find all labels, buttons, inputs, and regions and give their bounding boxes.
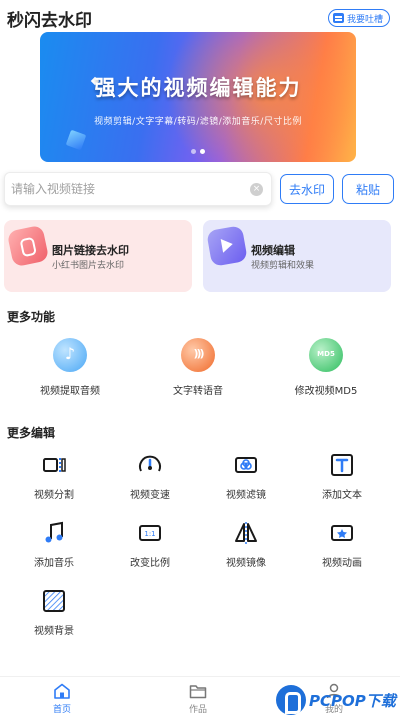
video-link-input[interactable] [11, 173, 247, 205]
video-mirror-tool[interactable]: 视频镜像 [203, 520, 289, 569]
feature-label: 视频提取音频 [40, 386, 100, 397]
banner-subtitle: 视频剪辑/文字字幕/转码/滤镜/添加音乐/尺寸比例 [94, 117, 302, 127]
nav-works[interactable]: 作品 [168, 683, 228, 715]
text-to-speech-feature[interactable]: 文字转语音 [143, 338, 253, 397]
nav-label: 作品 [188, 705, 207, 715]
extract-audio-feature[interactable]: 视频提取音频 [15, 338, 125, 397]
tool-label: 视频背景 [34, 626, 74, 637]
folder-icon [189, 683, 207, 699]
app-title: 秒闪去水印 [7, 11, 92, 31]
sound-wave-icon [181, 338, 215, 372]
pcpop-logo-icon [276, 685, 306, 715]
video-animation-tool[interactable]: 视频动画 [299, 520, 385, 569]
video-speed-tool[interactable]: 视频变速 [107, 452, 193, 501]
music-icon [41, 520, 67, 546]
pagination-dot-active[interactable] [200, 149, 205, 154]
tool-label: 改变比例 [130, 558, 170, 569]
clear-icon[interactable]: × [250, 183, 263, 196]
add-music-tool[interactable]: 添加音乐 [11, 520, 97, 569]
ratio-icon: 1:1 [137, 520, 163, 546]
watermark-text: PCPOP下载 [309, 691, 396, 710]
more-features-title: 更多功能 [7, 310, 56, 324]
video-play-icon [206, 225, 248, 267]
app-header: 秒闪去水印 我要吐槽 [0, 0, 400, 34]
card-subtitle: 小红书图片去水印 [52, 261, 125, 271]
nav-home[interactable]: 首页 [32, 683, 92, 715]
remove-watermark-button[interactable]: 去水印 [280, 174, 334, 204]
background-icon [41, 588, 67, 614]
feature-label: 文字转语音 [173, 386, 223, 397]
card-title: 图片链接去水印 [52, 244, 129, 257]
home-icon [53, 683, 71, 699]
speedometer-icon [137, 452, 163, 478]
tool-label: 视频滤镜 [226, 490, 266, 501]
promo-banner[interactable]: 强大的视频编辑能力 视频剪辑/文字字幕/转码/滤镜/添加音乐/尺寸比例 [40, 32, 356, 162]
feedback-button[interactable]: 我要吐槽 [327, 9, 390, 27]
link-input-box: × [4, 172, 272, 206]
split-icon [41, 452, 67, 478]
chat-icon [332, 13, 344, 23]
feedback-label: 我要吐槽 [346, 14, 383, 25]
filter-icon [233, 452, 259, 478]
video-filter-tool[interactable]: 视频滤镜 [203, 452, 289, 501]
tool-label: 添加文本 [322, 490, 362, 501]
more-edit-title: 更多编辑 [7, 426, 56, 440]
tool-label: 视频动画 [322, 558, 362, 569]
tool-label: 添加音乐 [34, 558, 74, 569]
site-watermark: PCPOP下载 [276, 684, 398, 716]
nav-label: 首页 [52, 705, 71, 715]
md5-icon [309, 338, 343, 372]
feature-label: 修改视频MD5 [294, 386, 358, 397]
mirror-icon [233, 520, 259, 546]
cube-icon [65, 129, 87, 151]
image-link-icon [6, 224, 50, 268]
banner-title: 强大的视频编辑能力 [94, 76, 302, 100]
card-subtitle: 视频剪辑和效果 [251, 261, 315, 271]
video-split-tool[interactable]: 视频分割 [11, 452, 97, 501]
image-link-watermark-card[interactable]: 图片链接去水印 小红书图片去水印 [4, 220, 192, 292]
animation-icon [329, 520, 355, 546]
tool-label: 视频变速 [130, 490, 170, 501]
change-ratio-tool[interactable]: 1:1 改变比例 [107, 520, 193, 569]
paste-button[interactable]: 粘贴 [342, 174, 394, 204]
video-background-tool[interactable]: 视频背景 [11, 588, 97, 637]
tool-label: 视频镜像 [226, 558, 266, 569]
tool-label: 视频分割 [34, 490, 74, 501]
card-title: 视频编辑 [251, 244, 295, 257]
text-icon [329, 452, 355, 478]
pagination-dot[interactable] [191, 149, 196, 154]
add-text-tool[interactable]: 添加文本 [299, 452, 385, 501]
banner-pagination [40, 149, 356, 154]
music-note-icon [53, 338, 87, 372]
modify-md5-feature[interactable]: 修改视频MD5 [271, 338, 381, 397]
video-edit-card[interactable]: 视频编辑 视频剪辑和效果 [203, 220, 391, 292]
svg-text:1:1: 1:1 [144, 530, 155, 538]
